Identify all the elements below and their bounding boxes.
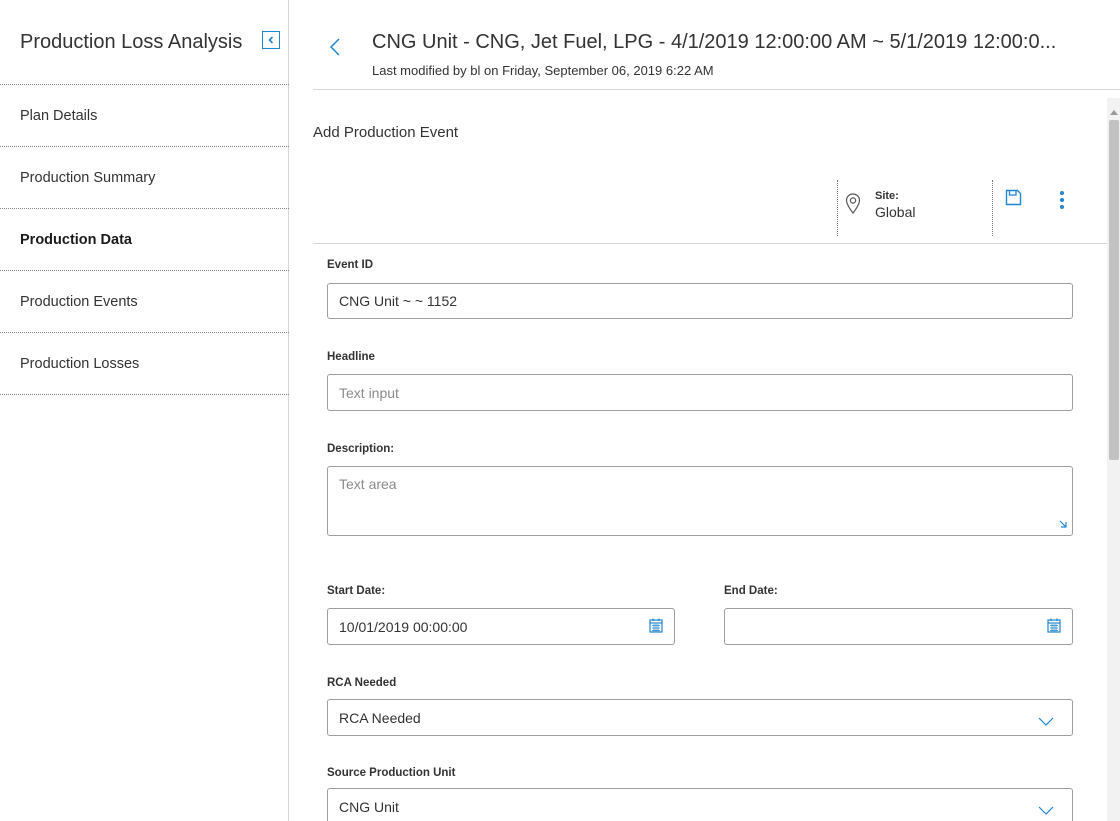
- description-label: Description:: [327, 443, 395, 455]
- rca-needed-selected: RCA Needed: [339, 709, 421, 726]
- chevron-down-icon: [1038, 802, 1054, 818]
- start-date-input[interactable]: 10/01/2019 00:00:00: [327, 608, 675, 645]
- more-vertical-icon[interactable]: [1058, 190, 1066, 215]
- event-id-input[interactable]: CNG Unit ~ ~ 1152: [327, 283, 1073, 319]
- chevron-left-icon[interactable]: [328, 37, 342, 62]
- page-title: CNG Unit - CNG, Jet Fuel, LPG - 4/1/2019…: [372, 31, 1057, 53]
- calendar-icon[interactable]: [1047, 618, 1061, 636]
- form-title: Add Production Event: [313, 124, 459, 141]
- sidebar-item-production-data[interactable]: Production Data: [0, 209, 289, 271]
- site-value: Global: [875, 204, 916, 220]
- event-id-value: CNG Unit ~ ~ 1152: [339, 293, 458, 309]
- site-label: Site:: [875, 190, 899, 202]
- description-textarea[interactable]: Text area: [327, 466, 1073, 536]
- toolbar-divider: [992, 180, 993, 236]
- rca-needed-label: RCA Needed: [327, 677, 397, 689]
- end-date-input[interactable]: [724, 608, 1073, 645]
- headline-label: Headline: [327, 351, 375, 363]
- sidebar-nav: Plan Details Production Summary Producti…: [0, 84, 289, 395]
- scroll-up-icon[interactable]: [1110, 102, 1118, 120]
- sidebar-item-plan-details[interactable]: Plan Details: [0, 85, 289, 147]
- sidebar-item-production-events[interactable]: Production Events: [0, 271, 289, 333]
- start-date-value: 10/01/2019 00:00:00: [339, 618, 468, 635]
- save-icon[interactable]: [1005, 189, 1022, 211]
- header-divider: [313, 89, 1120, 90]
- toolbar-divider: [837, 180, 838, 236]
- form-divider: [313, 243, 1107, 244]
- start-date-label: Start Date:: [327, 585, 386, 597]
- collapse-sidebar-icon[interactable]: [262, 31, 280, 49]
- location-pin-icon: [845, 193, 861, 220]
- description-placeholder: Text area: [339, 476, 397, 492]
- end-date-label: End Date:: [724, 585, 778, 597]
- headline-input[interactable]: Text input: [327, 374, 1073, 411]
- source-unit-selected: CNG Unit: [339, 798, 399, 815]
- sidebar-item-production-losses[interactable]: Production Losses: [0, 333, 289, 395]
- event-id-label: Event ID: [327, 259, 374, 271]
- source-unit-label: Source Production Unit: [327, 767, 456, 779]
- last-modified-text: Last modified by bl on Friday, September…: [372, 63, 714, 78]
- scrollbar-thumb[interactable]: [1109, 120, 1119, 460]
- resize-handle-icon[interactable]: [1058, 516, 1068, 532]
- rca-needed-select[interactable]: RCA Needed: [327, 699, 1073, 736]
- sidebar: Production Loss Analysis Plan Details Pr…: [0, 0, 289, 821]
- source-unit-select[interactable]: CNG Unit: [327, 788, 1073, 821]
- calendar-icon[interactable]: [649, 618, 663, 636]
- headline-placeholder: Text input: [339, 384, 399, 401]
- chevron-down-icon: [1038, 713, 1054, 729]
- sidebar-title: Production Loss Analysis: [20, 31, 243, 53]
- sidebar-item-production-summary[interactable]: Production Summary: [0, 147, 289, 209]
